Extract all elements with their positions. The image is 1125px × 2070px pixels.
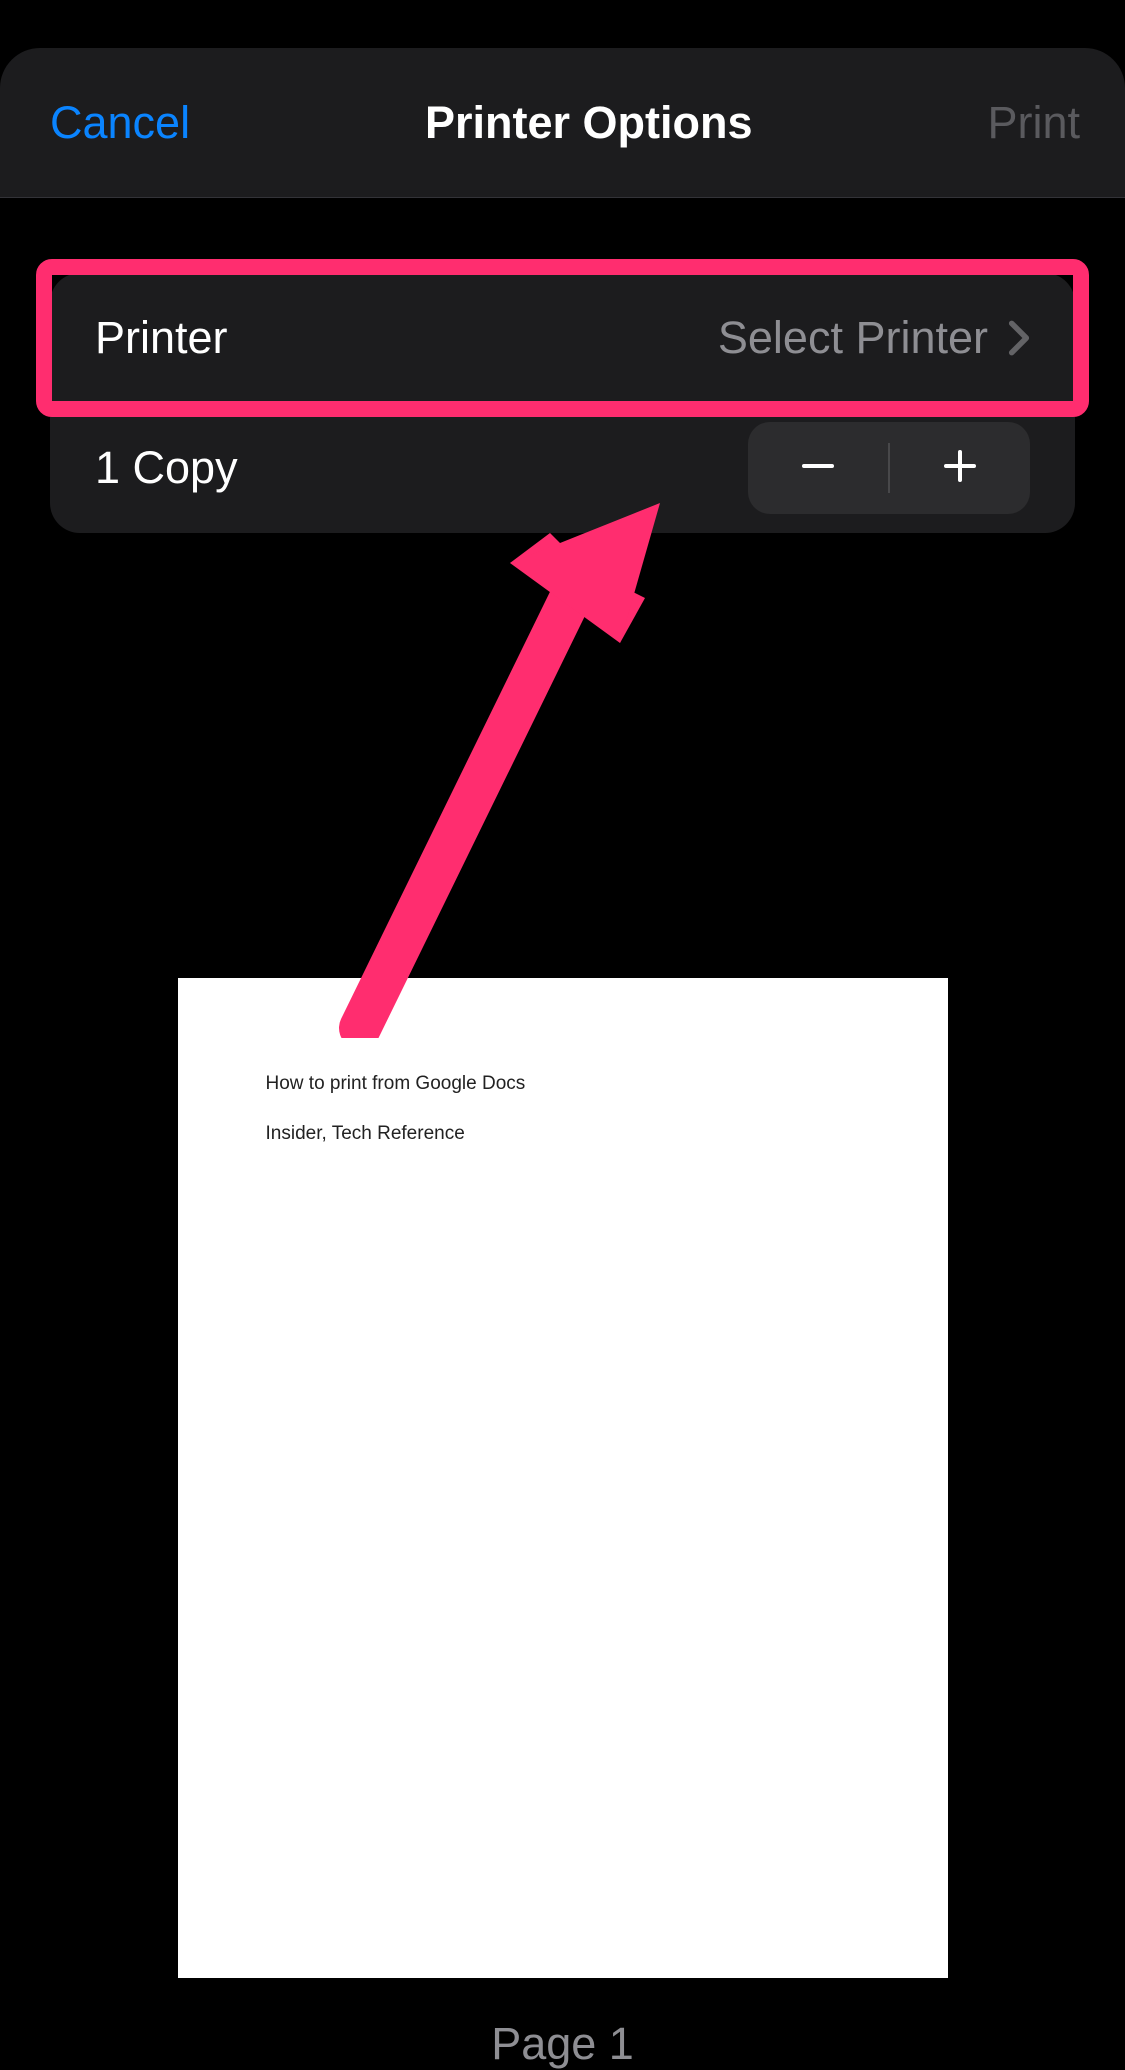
sheet-title: Printer Options — [425, 97, 753, 149]
document-title-text: How to print from Google Docs — [266, 1073, 860, 1095]
plus-icon — [938, 444, 982, 493]
stepper-plus-button[interactable] — [890, 422, 1030, 514]
printer-value: Select Printer — [718, 312, 988, 364]
print-options-sheet: Cancel Printer Options Print Printer Sel… — [0, 48, 1125, 2015]
copies-label: 1 Copy — [95, 442, 238, 494]
print-preview-area: How to print from Google Docs Insider, T… — [0, 978, 1125, 2070]
document-author-text: Insider, Tech Reference — [266, 1123, 860, 1145]
cancel-button[interactable]: Cancel — [50, 97, 190, 149]
annotation-arrow-icon — [190, 478, 710, 1038]
print-button[interactable]: Print — [987, 97, 1080, 149]
navigation-bar: Cancel Printer Options Print — [0, 48, 1125, 198]
settings-group: Printer Select Printer 1 Copy — [50, 273, 1075, 533]
minus-icon — [796, 444, 840, 493]
copies-row: 1 Copy — [50, 403, 1075, 533]
printer-row[interactable]: Printer Select Printer — [50, 273, 1075, 403]
page-preview-thumbnail[interactable]: How to print from Google Docs Insider, T… — [178, 978, 948, 1978]
settings-content: Printer Select Printer 1 Copy — [0, 198, 1125, 533]
stepper-minus-button[interactable] — [748, 422, 888, 514]
copies-stepper — [748, 422, 1030, 514]
page-label: Page 1 — [491, 2018, 634, 2070]
chevron-right-icon — [1008, 319, 1030, 357]
printer-label: Printer — [95, 312, 228, 364]
